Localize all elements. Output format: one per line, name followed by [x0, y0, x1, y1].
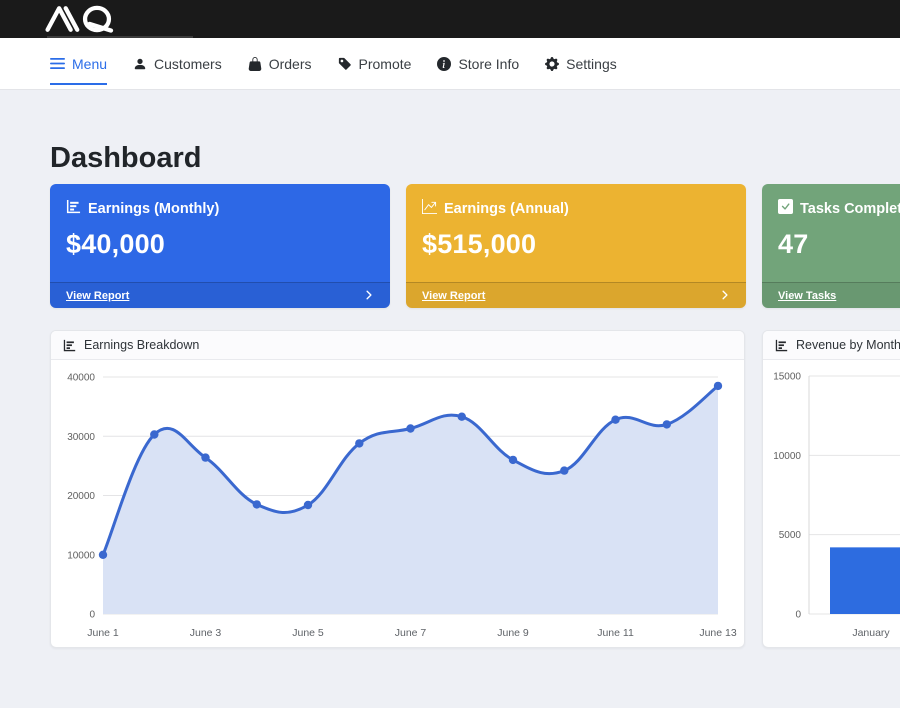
earnings-breakdown-card: Earnings Breakdown 0 10000 20000 30000 40000…	[50, 330, 745, 648]
charts-row: Earnings Breakdown 0 10000 20000 30000 40000…	[50, 330, 900, 648]
bar-chart-icon	[66, 199, 81, 218]
svg-text:10000: 10000	[773, 451, 801, 462]
nav-label: Menu	[72, 56, 107, 72]
svg-text:0: 0	[89, 610, 95, 621]
hamburger-icon	[50, 57, 65, 70]
main-content: Dashboard Earnings (Monthly) $40,000 Vie…	[0, 142, 900, 648]
nav-label: Promote	[359, 56, 412, 72]
svg-text:June 11: June 11	[597, 627, 634, 639]
check-square-icon	[778, 199, 793, 218]
nav-label: Store Info	[458, 56, 519, 72]
nav-label: Settings	[566, 56, 617, 72]
nav-label: Customers	[154, 56, 222, 72]
svg-text:June 3: June 3	[190, 627, 222, 639]
nav-item-store-info[interactable]: Store Info	[437, 38, 519, 89]
nav-item-menu[interactable]: Menu	[50, 38, 107, 89]
stat-card-value: $515,000	[422, 229, 730, 260]
gear-icon	[545, 57, 559, 71]
svg-text:20000: 20000	[67, 491, 95, 502]
bar-chart-icon	[63, 339, 76, 352]
nav-item-settings[interactable]: Settings	[545, 38, 617, 89]
view-report-link[interactable]: View Report	[406, 282, 746, 308]
view-report-link[interactable]: View Report	[50, 282, 390, 308]
nav-item-customers[interactable]: Customers	[133, 38, 222, 89]
card-tasks-completed: Tasks Completed 47 View Tasks	[762, 184, 900, 308]
svg-text:June 7: June 7	[395, 627, 427, 639]
chart-title: Earnings Breakdown	[84, 338, 199, 352]
revenue-by-month-chart: 0 5000 10000 15000 January	[763, 360, 900, 648]
person-icon	[133, 57, 147, 71]
svg-text:15000: 15000	[773, 372, 801, 383]
tag-icon	[338, 57, 352, 71]
view-tasks-link[interactable]: View Tasks	[762, 282, 900, 308]
svg-text:5000: 5000	[779, 530, 802, 541]
svg-text:June 1: June 1	[87, 627, 119, 639]
svg-text:June 9: June 9	[497, 627, 529, 639]
stat-card-title: Tasks Completed	[800, 201, 900, 217]
stat-card-title: Earnings (Monthly)	[88, 201, 219, 217]
main-nav: Menu Customers Orders Promote Store Info…	[0, 38, 900, 90]
line-chart-icon	[422, 199, 437, 218]
svg-text:January: January	[852, 627, 890, 639]
svg-text:40000: 40000	[67, 373, 95, 384]
bar-chart-icon	[775, 339, 788, 352]
logo[interactable]	[40, 5, 126, 33]
bag-icon	[248, 57, 262, 71]
card-earnings-monthly: Earnings (Monthly) $40,000 View Report	[50, 184, 390, 308]
nav-item-promote[interactable]: Promote	[338, 38, 412, 89]
stat-card-value: 47	[778, 229, 900, 260]
nav-item-orders[interactable]: Orders	[248, 38, 312, 89]
stat-card-title: Earnings (Annual)	[444, 201, 569, 217]
topbar	[0, 0, 900, 38]
info-icon	[437, 57, 451, 71]
revenue-by-month-card: Revenue by Month 0 5000 10000 15000 January	[762, 330, 900, 648]
stat-cards-row: Earnings (Monthly) $40,000 View Report E…	[50, 184, 900, 308]
stat-card-value: $40,000	[66, 229, 374, 260]
earnings-breakdown-chart: 0 10000 20000 30000 40000 June 1 June 3 June 5 J…	[51, 360, 744, 648]
nav-label: Orders	[269, 56, 312, 72]
brand-logo-icon	[40, 5, 126, 33]
svg-text:10000: 10000	[67, 550, 95, 561]
svg-text:0: 0	[795, 610, 801, 621]
svg-text:30000: 30000	[67, 432, 95, 443]
chart-title: Revenue by Month	[796, 338, 900, 352]
card-earnings-annual: Earnings (Annual) $515,000 View Report	[406, 184, 746, 308]
svg-text:June 13: June 13	[699, 627, 737, 639]
page-title: Dashboard	[50, 142, 900, 174]
chevron-right-icon	[720, 287, 730, 305]
svg-text:June 5: June 5	[292, 627, 324, 639]
chevron-right-icon	[364, 287, 374, 305]
